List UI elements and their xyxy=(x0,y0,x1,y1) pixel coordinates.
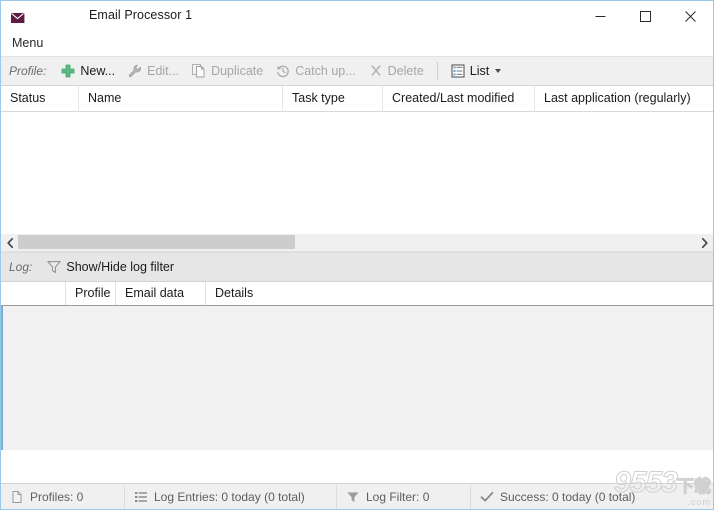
log-list-body[interactable] xyxy=(1,306,713,450)
application-window: Email Processor 1 Menu Profile: New... E… xyxy=(0,0,714,510)
chevron-left-icon[interactable] xyxy=(1,234,18,251)
duplicate-profile-label: Duplicate xyxy=(211,64,264,78)
catch-up-label: Catch up... xyxy=(295,64,356,78)
profile-list-hscrollbar[interactable] xyxy=(1,234,713,252)
chevron-down-icon[interactable] xyxy=(495,69,502,73)
wrench-icon xyxy=(127,63,143,79)
list-view-label: List xyxy=(469,64,490,78)
log-column-header-details[interactable]: Details xyxy=(206,282,713,305)
status-log-filter-label: Log Filter: 0 xyxy=(366,489,430,504)
funnel-icon xyxy=(46,259,62,275)
profile-toolbar-label: Profile: xyxy=(9,64,47,78)
status-log-entries[interactable]: Log Entries: 0 today (0 total) xyxy=(125,484,337,509)
log-column-header-email-data[interactable]: Email data xyxy=(116,282,206,305)
edit-profile-button[interactable]: Edit... xyxy=(122,60,184,82)
close-icon[interactable] xyxy=(668,1,713,31)
funnel-icon xyxy=(346,490,360,504)
column-header-name[interactable]: Name xyxy=(79,85,283,112)
status-log-filter[interactable]: Log Filter: 0 xyxy=(337,484,471,509)
log-toolbar-label: Log: xyxy=(9,260,33,274)
plus-icon xyxy=(60,63,76,79)
status-bar: Profiles: 0 Log Entries: 0 today (0 tota… xyxy=(1,483,713,509)
list-view-button[interactable]: List xyxy=(445,60,506,82)
delete-profile-button[interactable]: Delete xyxy=(363,60,429,82)
log-toolbar: Log: Show/Hide log filter xyxy=(1,252,713,282)
show-hide-log-filter-button[interactable]: Show/Hide log filter xyxy=(41,256,179,278)
list-lines-icon xyxy=(134,490,148,504)
column-header-status[interactable]: Status xyxy=(1,85,79,112)
new-profile-button[interactable]: New... xyxy=(55,60,120,82)
log-column-header-profile[interactable]: Profile xyxy=(66,282,116,305)
duplicate-profile-button[interactable]: Duplicate xyxy=(186,60,268,82)
window-title: Email Processor 1 xyxy=(89,8,193,22)
history-icon xyxy=(275,63,291,79)
status-log-entries-label: Log Entries: 0 today (0 total) xyxy=(154,489,305,504)
delete-profile-label: Delete xyxy=(387,64,424,78)
check-icon xyxy=(480,490,494,504)
profile-toolbar: Profile: New... Edit... Duplicate Catch … xyxy=(1,56,713,86)
status-success[interactable]: Success: 0 today (0 total) xyxy=(471,485,713,509)
profile-list-body[interactable] xyxy=(1,112,713,234)
maximize-icon[interactable] xyxy=(623,1,668,31)
log-list-header: Profile Email data Details xyxy=(1,282,713,306)
chevron-right-icon[interactable] xyxy=(696,234,713,251)
column-header-last-application[interactable]: Last application (regularly) xyxy=(535,86,713,112)
toolbar-separator xyxy=(436,62,438,80)
hscrollbar-track[interactable] xyxy=(18,234,696,251)
status-profiles[interactable]: Profiles: 0 xyxy=(1,484,125,509)
x-icon xyxy=(368,63,384,79)
log-column-header-blank[interactable] xyxy=(1,282,66,305)
edit-profile-label: Edit... xyxy=(147,64,180,78)
list-icon xyxy=(450,63,466,79)
status-profiles-label: Profiles: 0 xyxy=(30,489,84,504)
catch-up-button[interactable]: Catch up... xyxy=(270,60,360,82)
window-controls xyxy=(578,1,713,31)
column-header-task-type[interactable]: Task type xyxy=(283,85,383,112)
new-profile-label: New... xyxy=(80,64,116,78)
minimize-icon[interactable] xyxy=(578,1,623,31)
hscrollbar-thumb[interactable] xyxy=(18,235,295,249)
envelope-icon xyxy=(10,10,26,26)
status-success-label: Success: 0 today (0 total) xyxy=(500,489,636,504)
show-hide-log-filter-label: Show/Hide log filter xyxy=(66,260,175,274)
column-header-created[interactable]: Created/Last modified xyxy=(383,85,535,112)
menu-item-menu[interactable]: Menu xyxy=(1,33,51,51)
document-icon xyxy=(10,490,24,504)
menu-bar: Menu xyxy=(1,33,713,56)
profile-list-header: Status Name Task type Created/Last modif… xyxy=(1,85,713,112)
duplicate-icon xyxy=(191,63,207,79)
title-bar: Email Processor 1 xyxy=(1,1,713,33)
